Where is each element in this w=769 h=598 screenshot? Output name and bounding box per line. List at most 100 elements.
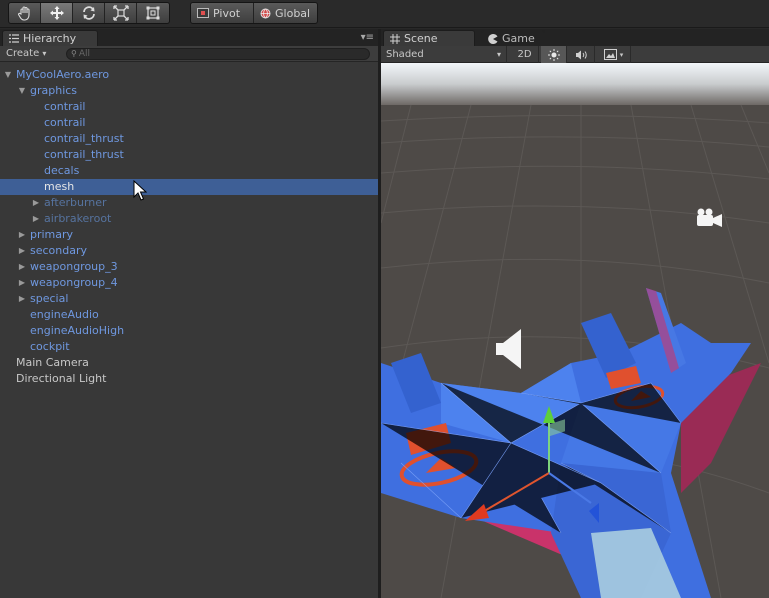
hierarchy-item[interactable]: ▶ afterburner <box>0 195 378 211</box>
hierarchy-item-label: secondary <box>30 244 88 257</box>
create-dropdown-button[interactable]: Create ▾ <box>6 48 46 59</box>
hierarchy-item-label: engineAudio <box>30 308 99 321</box>
chevron-down-icon: ▾ <box>619 50 624 59</box>
hierarchy-item[interactable]: ▶ special <box>0 291 378 307</box>
scene-grid-icon <box>390 33 400 44</box>
hierarchy-item-label: Main Camera <box>16 356 89 369</box>
scene-viewport[interactable] <box>381 63 769 598</box>
hierarchy-tab-label: Hierarchy <box>23 32 77 45</box>
hierarchy-item[interactable]: Main Camera <box>0 355 378 371</box>
hierarchy-toolbar: Create ▾ ⚲ All <box>0 46 378 62</box>
image-effects-icon <box>603 49 617 60</box>
collapse-arrow-icon[interactable]: ▶ <box>31 195 41 211</box>
hierarchy-item-label: engineAudioHigh <box>30 324 125 337</box>
hierarchy-item-label: Directional Light <box>16 372 107 385</box>
scale-icon <box>112 5 129 21</box>
hierarchy-item[interactable]: mesh <box>0 179 378 195</box>
scene-tab-label: Scene <box>404 32 438 45</box>
tab-scene[interactable]: Scene <box>383 30 475 46</box>
globe-icon <box>260 8 271 19</box>
hand-tool-button[interactable] <box>9 3 41 23</box>
hierarchy-item-label: afterburner <box>44 196 107 209</box>
rotate-icon <box>82 6 95 20</box>
hierarchy-item-label: contrail <box>44 116 86 129</box>
horizon-sky <box>381 63 769 105</box>
scene-panel: Scene Game Shaded ▾ 2D ▾ <box>381 29 769 598</box>
hierarchy-item[interactable]: ▶ airbrakeroot <box>0 211 378 227</box>
speaker-icon <box>575 50 587 59</box>
hierarchy-item-label: airbrakeroot <box>44 212 112 225</box>
hierarchy-item-label: MyCoolAero.aero <box>16 68 110 81</box>
mode-2d-label: 2D <box>517 49 532 60</box>
hierarchy-panel: Hierarchy ▾≡ Create ▾ ⚲ All ▼ MyCoolAero.… <box>0 29 378 598</box>
hierarchy-item[interactable]: cockpit <box>0 339 378 355</box>
global-toggle-button[interactable]: Global <box>254 3 317 23</box>
hierarchy-item[interactable]: Directional Light <box>0 371 378 387</box>
game-pacman-icon <box>488 33 498 44</box>
hand-icon <box>17 6 30 21</box>
collapse-arrow-icon[interactable]: ▶ <box>17 259 27 275</box>
hierarchy-item[interactable]: decals <box>0 163 378 179</box>
scale-tool-button[interactable] <box>105 3 137 23</box>
pivot-icon <box>197 8 209 18</box>
scene-tab-bar: Scene Game <box>381 29 769 46</box>
chevron-down-icon: ▾ <box>496 50 501 59</box>
rect-tool-button[interactable] <box>137 3 169 23</box>
tab-hierarchy[interactable]: Hierarchy <box>2 30 98 46</box>
shading-mode-dropdown[interactable]: Shaded ▾ <box>381 46 507 63</box>
hierarchy-item-label: decals <box>44 164 80 177</box>
pivot-toggle-button[interactable]: Pivot <box>191 3 255 23</box>
panel-menu-icon[interactable]: ▾≡ <box>361 32 374 43</box>
hierarchy-item[interactable]: engineAudio <box>0 307 378 323</box>
hierarchy-item-label: graphics <box>30 84 78 97</box>
create-label: Create <box>6 48 40 59</box>
expand-arrow-icon[interactable]: ▼ <box>3 67 13 83</box>
scene-toolbar: Shaded ▾ 2D ▾ <box>381 46 769 63</box>
collapse-arrow-icon[interactable]: ▶ <box>17 291 27 307</box>
shading-mode-value: Shaded <box>386 49 424 60</box>
search-placeholder: All <box>78 49 91 59</box>
mouse-cursor-icon <box>133 180 147 201</box>
hierarchy-item-label: primary <box>30 228 74 241</box>
sun-icon <box>547 48 560 61</box>
hierarchy-item[interactable]: ▼ MyCoolAero.aero <box>0 67 378 83</box>
rect-transform-icon <box>146 6 160 20</box>
hierarchy-item[interactable]: ▶ weapongroup_3 <box>0 259 378 275</box>
hierarchy-item[interactable]: ▶ primary <box>0 227 378 243</box>
effects-dropdown-button[interactable]: ▾ <box>597 46 631 63</box>
global-label: Global <box>275 6 311 20</box>
search-icon: ⚲ <box>71 49 77 58</box>
hierarchy-tab-bar: Hierarchy ▾≡ <box>0 29 378 46</box>
tab-game[interactable]: Game <box>481 30 545 46</box>
rotate-tool-button[interactable] <box>73 3 105 23</box>
toggle-2d-button[interactable]: 2D <box>511 46 539 63</box>
hierarchy-item-label: weapongroup_4 <box>30 276 118 289</box>
hierarchy-tree: ▼ MyCoolAero.aero ▼ graphics contrail contrai… <box>0 67 378 387</box>
audio-toggle-button[interactable] <box>569 46 595 63</box>
hierarchy-item-label: contrail <box>44 100 86 113</box>
hierarchy-item-label: cockpit <box>30 340 70 353</box>
chevron-down-icon: ▾ <box>42 49 47 58</box>
hierarchy-item[interactable]: ▶ weapongroup_4 <box>0 275 378 291</box>
collapse-arrow-icon[interactable]: ▶ <box>17 227 27 243</box>
hierarchy-item[interactable]: contrail <box>0 115 378 131</box>
move-arrows-icon <box>49 6 64 20</box>
lighting-toggle-button[interactable] <box>541 46 567 63</box>
collapse-arrow-icon[interactable]: ▶ <box>17 275 27 291</box>
move-tool-button[interactable] <box>41 3 73 23</box>
list-icon <box>9 34 19 43</box>
hierarchy-item[interactable]: engineAudioHigh <box>0 323 378 339</box>
hierarchy-item[interactable]: ▶ secondary <box>0 243 378 259</box>
hierarchy-item[interactable]: ▼ graphics <box>0 83 378 99</box>
hierarchy-item[interactable]: contrail_thrust <box>0 147 378 163</box>
main-toolbar: Pivot Global <box>0 0 769 28</box>
collapse-arrow-icon[interactable]: ▶ <box>17 243 27 259</box>
hierarchy-item[interactable]: contrail_thrust <box>0 131 378 147</box>
hierarchy-search-input[interactable]: ⚲ All <box>66 48 370 60</box>
collapse-arrow-icon[interactable]: ▶ <box>31 211 41 227</box>
pivot-label: Pivot <box>213 6 241 20</box>
expand-arrow-icon[interactable]: ▼ <box>17 83 27 99</box>
hierarchy-item[interactable]: contrail <box>0 99 378 115</box>
hierarchy-item-label: mesh <box>44 180 75 193</box>
scene-render <box>381 63 769 598</box>
